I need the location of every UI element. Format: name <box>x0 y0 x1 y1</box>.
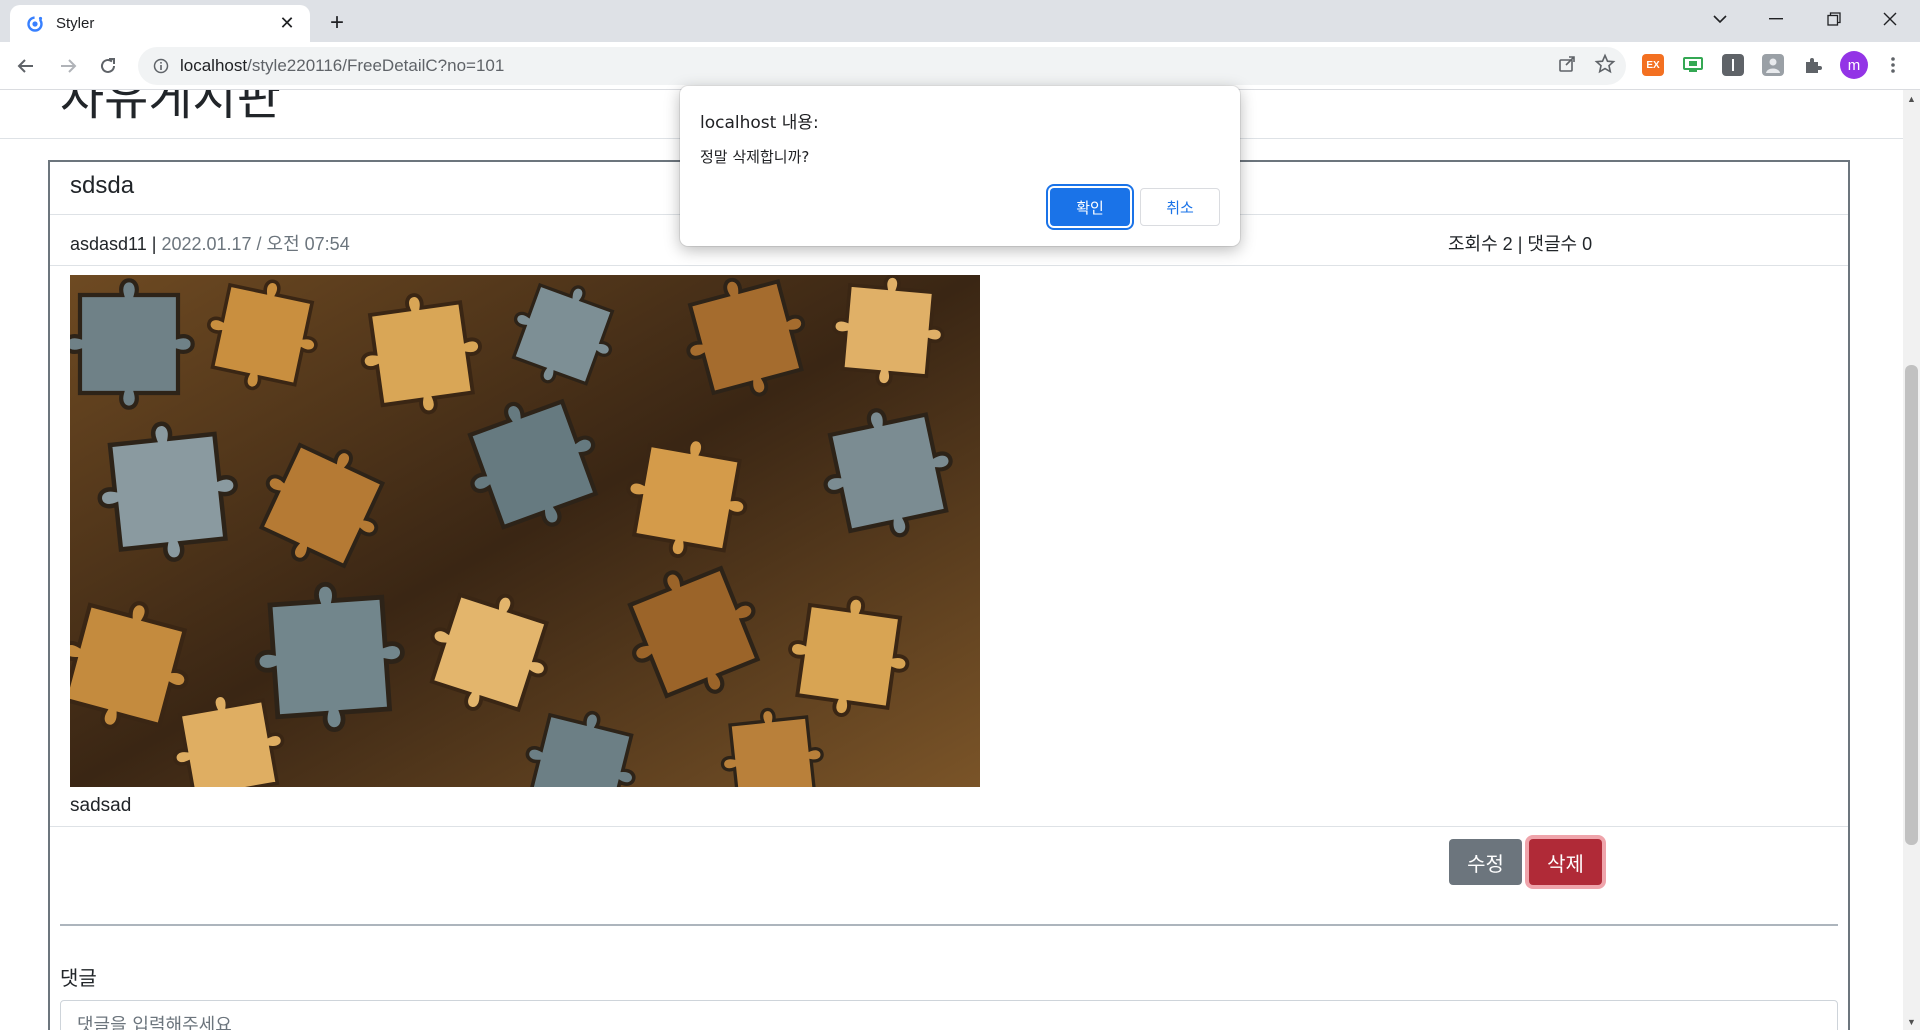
post-title: sdsda <box>70 172 135 199</box>
comment-count: 댓글수 0 <box>1527 234 1593 254</box>
profile-avatar[interactable]: m <box>1840 51 1868 79</box>
extension-ex-icon[interactable]: EX <box>1642 54 1664 76</box>
tab-title: Styler <box>56 15 95 32</box>
restore-icon[interactable] <box>1806 0 1862 38</box>
address-bar[interactable]: localhost/style220116/FreeDetailC?no=101 <box>138 47 1626 85</box>
scroll-down-icon[interactable]: ▼ <box>1903 1013 1920 1030</box>
dialog-ok-button[interactable]: 확인 <box>1050 188 1130 226</box>
meta-separator: | <box>151 234 157 254</box>
extension-user-icon[interactable] <box>1762 54 1784 76</box>
back-arrow-icon[interactable] <box>10 50 42 82</box>
tab-search-icon[interactable] <box>1692 0 1748 38</box>
confirm-dialog: localhost 내용: 정말 삭제합니까? 확인 취소 <box>680 86 1240 246</box>
content-divider <box>50 826 1848 827</box>
forward-arrow-icon[interactable] <box>52 50 84 82</box>
site-info-icon[interactable] <box>150 55 172 77</box>
page-scrollbar[interactable]: ▲ ▼ <box>1903 90 1920 1030</box>
browser-toolbar: localhost/style220116/FreeDetailC?no=101… <box>0 42 1920 90</box>
url-text: localhost/style220116/FreeDetailC?no=101 <box>180 56 504 76</box>
extensions-puzzle-icon[interactable] <box>1802 54 1824 76</box>
post-meta: asdasd11 | 2022.01.17 / 오전 07:54 <box>70 230 350 256</box>
scroll-thumb[interactable] <box>1905 365 1918 845</box>
post-date: 2022.01.17 / 오전 07:54 <box>161 234 350 254</box>
menu-kebab-icon[interactable] <box>1882 54 1904 76</box>
dialog-message: 정말 삭제합니까? <box>700 148 810 166</box>
post-image <box>70 275 980 787</box>
comment-label: 댓글 <box>60 966 97 990</box>
delete-button[interactable]: 삭제 <box>1529 839 1602 885</box>
extension-i-icon[interactable] <box>1722 54 1744 76</box>
close-icon[interactable]: ✕ <box>276 13 298 35</box>
url-host: localhost <box>180 56 248 75</box>
new-tab-icon[interactable]: + <box>322 8 352 38</box>
ionic-icon <box>24 13 46 35</box>
comment-input[interactable]: 댓글을 입력해주세요 <box>60 1000 1838 1030</box>
bookmark-star-icon[interactable] <box>1594 53 1616 80</box>
share-icon[interactable] <box>1556 53 1578 80</box>
url-path: /style220116/FreeDetailC?no=101 <box>247 56 505 75</box>
meta-divider <box>50 265 1848 266</box>
dialog-title: localhost 내용: <box>700 113 819 133</box>
browser-tab[interactable]: Styler ✕ <box>10 5 310 42</box>
page-title: 자유게시판 <box>60 90 281 125</box>
comment-divider <box>60 924 1838 926</box>
reload-icon[interactable] <box>92 50 124 82</box>
scroll-up-icon[interactable]: ▲ <box>1903 90 1920 107</box>
dialog-cancel-button[interactable]: 취소 <box>1140 188 1220 226</box>
window-close-icon[interactable] <box>1862 0 1918 38</box>
post-content: sadsad <box>70 795 132 816</box>
extension-screen-icon[interactable] <box>1682 54 1704 76</box>
extension-ex-label: EX <box>1646 59 1660 71</box>
minimize-icon[interactable] <box>1748 0 1804 38</box>
stats-separator: | <box>1517 234 1523 254</box>
post-author: asdasd11 <box>70 234 147 254</box>
edit-button[interactable]: 수정 <box>1449 839 1522 885</box>
profile-initial: m <box>1847 56 1861 74</box>
post-stats: 조회수 2 | 댓글수 0 <box>1448 230 1592 256</box>
view-count: 조회수 2 <box>1448 234 1513 254</box>
browser-tabstrip: Styler ✕ + <box>0 0 1920 42</box>
post-card: sdsda asdasd11 | 2022.01.17 / 오전 07:54 조… <box>48 160 1850 1030</box>
